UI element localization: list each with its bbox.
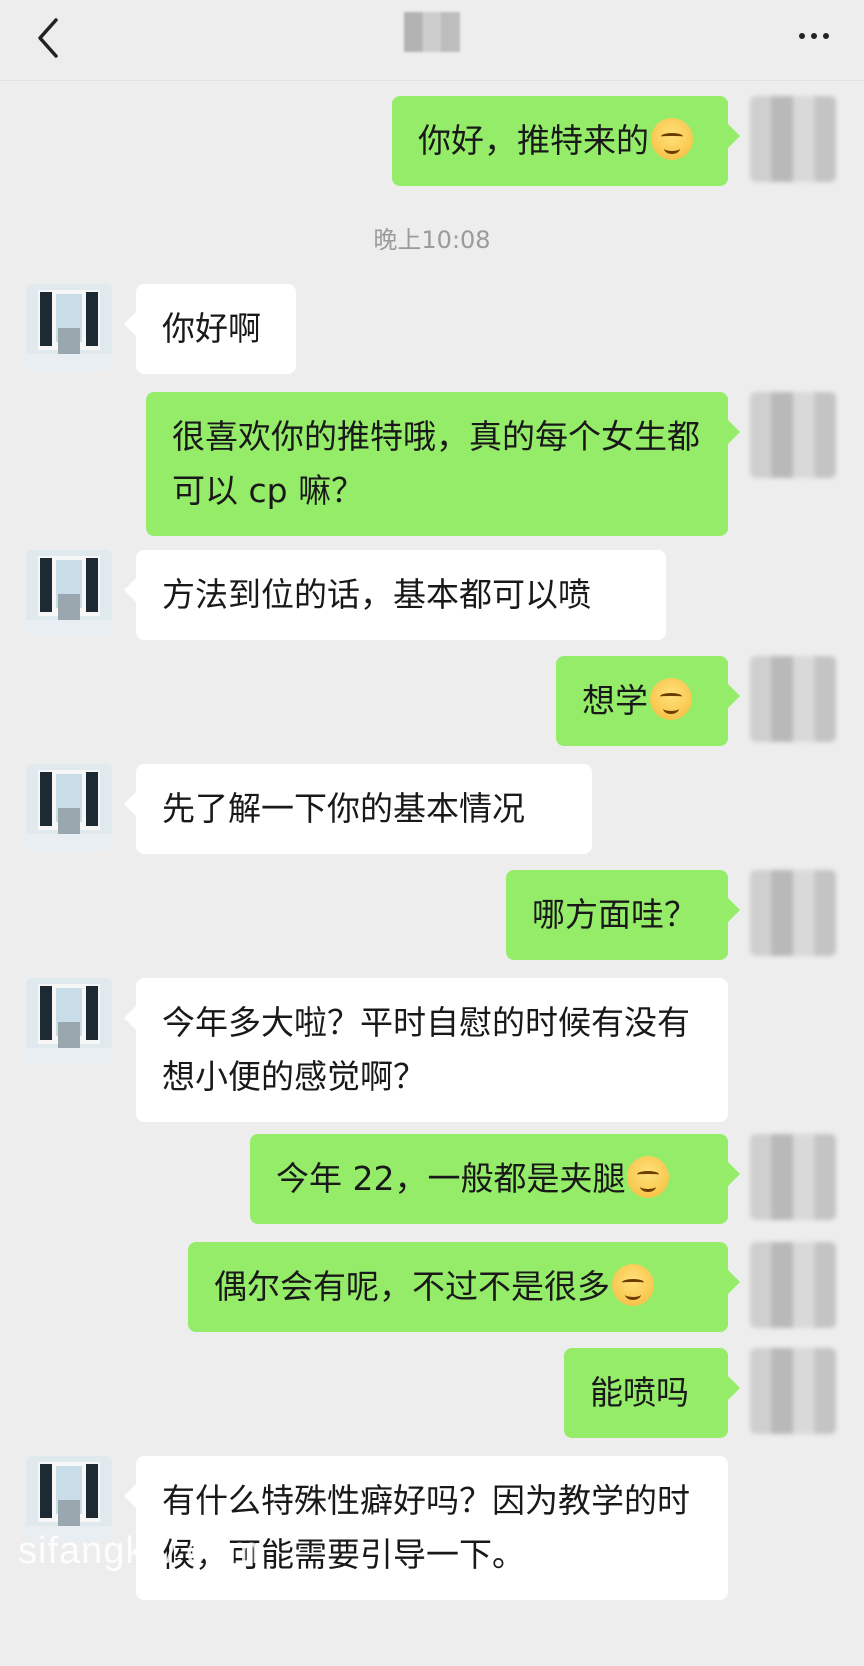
message-text: 你好，推特来的 (418, 121, 649, 160)
outgoing-bubble[interactable]: 哪方面哇？ (506, 870, 740, 960)
message-text: 能喷吗 (590, 1373, 689, 1412)
timestamp: 晚上10:08 (373, 226, 491, 254)
shy-emoji-icon (627, 1156, 670, 1198)
incoming-bubble[interactable]: 先了解一下你的基本情况 (124, 764, 592, 854)
message-text: 方法到位的话，基本都可以喷 (162, 575, 591, 614)
blush-emoji-icon (612, 1264, 654, 1306)
message-text: 你好啊 (162, 309, 261, 348)
back-icon[interactable] (28, 12, 68, 64)
outgoing-bubble[interactable]: 想学 (556, 656, 740, 746)
chat-area[interactable]: 你好，推特来的 晚上10:08 你好啊 很喜欢你的推特哦，真的每个女生都可以 c… (0, 80, 864, 1666)
contact-avatar[interactable] (26, 550, 112, 636)
outgoing-bubble[interactable]: 能喷吗 (564, 1348, 740, 1438)
outgoing-bubble[interactable]: 很喜欢你的推特哦，真的每个女生都可以 cp 嘛？ (146, 392, 740, 536)
message-text: 偶尔会有呢，不过不是很多 (214, 1267, 610, 1306)
message-text: 哪方面哇？ (532, 895, 697, 934)
incoming-bubble[interactable]: 方法到位的话，基本都可以喷 (124, 550, 666, 640)
my-avatar[interactable] (750, 1242, 836, 1328)
outgoing-bubble[interactable]: 你好，推特来的 (392, 96, 740, 186)
contact-avatar[interactable] (26, 978, 112, 1064)
more-options-icon[interactable] (784, 16, 844, 56)
contact-avatar[interactable] (26, 764, 112, 850)
chat-header (0, 0, 864, 81)
outgoing-bubble[interactable]: 偶尔会有呢，不过不是很多 (188, 1242, 740, 1332)
contact-name-blurred (404, 12, 460, 52)
my-avatar[interactable] (750, 1134, 836, 1220)
message-text: 想学 (582, 681, 648, 720)
my-avatar[interactable] (750, 96, 836, 182)
my-avatar[interactable] (750, 870, 836, 956)
my-avatar[interactable] (750, 1348, 836, 1434)
incoming-bubble[interactable]: 有什么特殊性癖好吗？因为教学的时候，可能需要引导一下。 (124, 1456, 728, 1600)
message-text: 先了解一下你的基本情况 (162, 789, 525, 828)
message-text: 今年 22，一般都是夹腿 (276, 1159, 626, 1198)
message-text: 很喜欢你的推特哦，真的每个女生都可以 cp 嘛？ (172, 417, 700, 510)
smile-emoji-icon (651, 118, 693, 160)
watermark: sifangktv.com (18, 1530, 261, 1572)
shy-emoji-icon (650, 678, 692, 720)
my-avatar[interactable] (750, 392, 836, 478)
incoming-bubble[interactable]: 今年多大啦？平时自慰的时候有没有想小便的感觉啊？ (124, 978, 728, 1122)
my-avatar[interactable] (750, 656, 836, 742)
outgoing-bubble[interactable]: 今年 22，一般都是夹腿 (250, 1134, 740, 1224)
message-text: 今年多大啦？平时自慰的时候有没有想小便的感觉啊？ (162, 1003, 690, 1096)
incoming-bubble[interactable]: 你好啊 (124, 284, 296, 374)
contact-avatar[interactable] (26, 284, 112, 370)
